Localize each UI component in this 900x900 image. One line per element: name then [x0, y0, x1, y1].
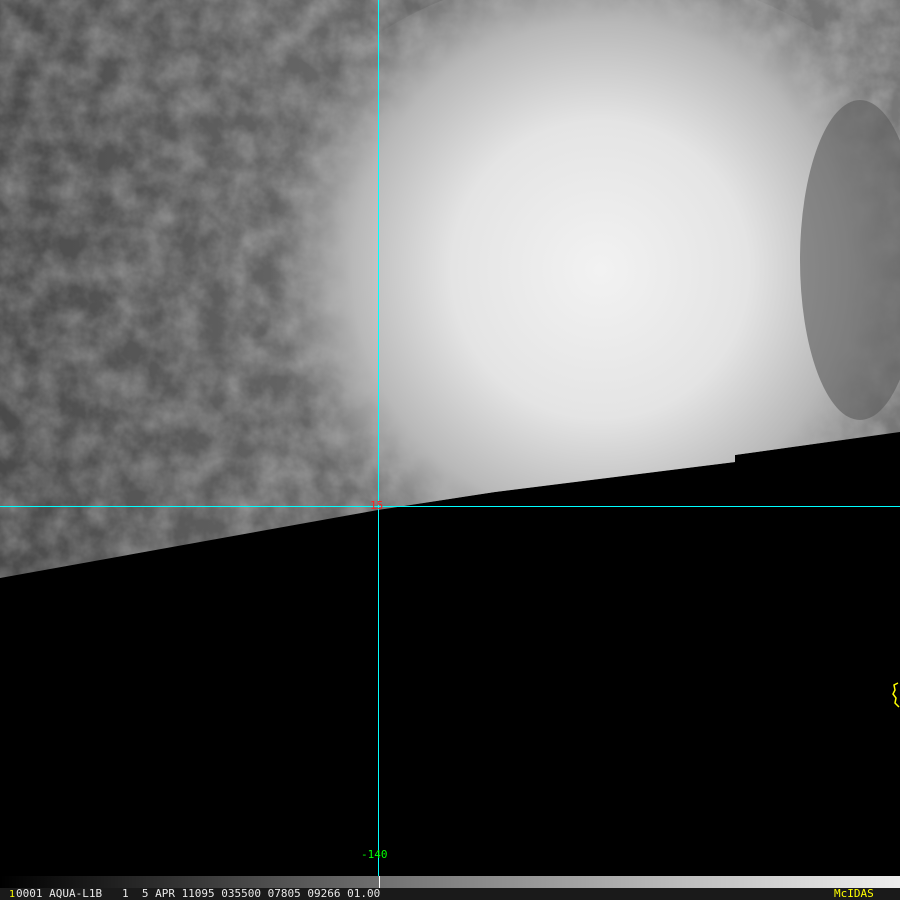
mcidas-display: 15 -140 1 0001 AQUA-L1B 1 5 APR 11095 03…	[0, 0, 900, 900]
coastline	[892, 682, 900, 708]
longitude-label: -140	[361, 848, 388, 861]
frame-number: 1	[9, 889, 16, 900]
latitude-label: 15	[370, 499, 384, 512]
status-bar: 1 0001 AQUA-L1B 1 5 APR 11095 035500 078…	[0, 888, 900, 900]
satellite-image	[0, 0, 900, 876]
image-metadata: 0001 AQUA-L1B 1 5 APR 11095 035500 07805…	[16, 887, 381, 900]
mcidas-brand: McIDAS	[834, 887, 874, 900]
